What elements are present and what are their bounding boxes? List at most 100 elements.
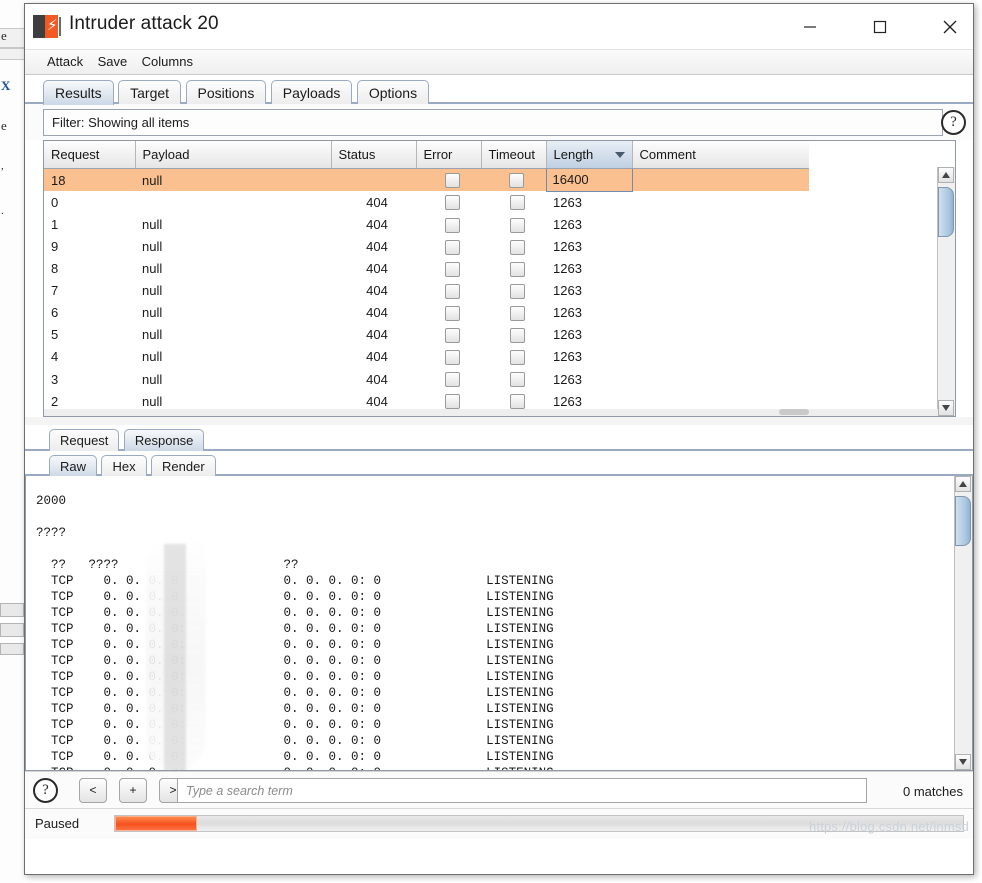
search-add-button[interactable]: + [119,778,147,803]
response-body-panel[interactable]: 2000 ???? ?? ???? ?? TCP 0. 0. 0. 0 0. 0… [25,476,973,771]
error-checkbox[interactable] [444,327,460,343]
table-row[interactable]: 1 null 404 1263 [44,214,809,236]
table-row[interactable]: 7 null 404 1263 [44,280,809,302]
response-vertical-scrollbar[interactable] [954,476,972,770]
search-help-icon[interactable]: ? [33,778,58,803]
maximize-button[interactable] [857,4,903,49]
cell-request: 8 [51,261,59,277]
minimize-button[interactable] [787,4,833,49]
attack-progress-fill [115,816,197,831]
scrollbar-thumb[interactable] [955,496,971,546]
error-checkbox[interactable] [444,372,460,388]
scroll-down-button[interactable] [938,400,954,416]
menu-item-columns[interactable]: Columns [137,50,198,69]
timeout-checkbox[interactable] [509,217,525,233]
cell-comment[interactable] [632,214,809,236]
cell-comment[interactable] [632,324,809,346]
cell-error [416,258,481,280]
column-header-timeout[interactable]: Timeout [481,141,547,169]
results-horizontal-scrollbar[interactable] [44,409,938,416]
scroll-down-button[interactable] [955,754,971,770]
results-vertical-scrollbar[interactable] [937,167,955,416]
timeout-checkbox[interactable] [509,239,525,255]
cell-comment[interactable] [632,346,809,368]
scrollbar-thumb[interactable] [779,409,809,415]
panel-splitter[interactable] [25,417,973,425]
cell-length: 1263 [553,371,582,387]
cell-status: 404 [366,305,388,321]
menu-item-attack[interactable]: Attack [42,50,88,69]
column-header-payload[interactable]: Payload [135,141,332,169]
cell-status: 404 [366,327,388,343]
timeout-checkbox[interactable] [509,327,525,343]
filter-help-icon[interactable]: ? [941,110,966,135]
menu-item-save[interactable]: Save [93,50,133,69]
table-row[interactable]: 18 null 16400 [44,168,809,192]
cell-comment[interactable] [632,168,809,192]
column-header-comment[interactable]: Comment [632,141,809,169]
table-row[interactable]: 6 null 404 1263 [44,302,809,324]
tab-render[interactable]: Render [151,455,216,477]
tab-hex[interactable]: Hex [101,455,147,477]
tab-positions[interactable]: Positions [185,80,267,105]
tab-request[interactable]: Request [49,429,120,451]
cell-comment[interactable] [632,280,809,302]
sort-descending-icon [614,152,625,158]
error-checkbox[interactable] [444,350,460,365]
cell-timeout [481,258,546,280]
cell-payload: null [142,349,163,365]
attack-progress-bar [114,815,964,832]
error-checkbox[interactable] [444,239,460,255]
timeout-checkbox[interactable] [509,372,525,388]
table-row[interactable]: 3 null 404 1263 [44,368,809,390]
timeout-checkbox[interactable] [509,350,525,365]
background-window: e X e , . [0,0,24,883]
tab-response[interactable]: Response [123,429,205,451]
cell-error [416,324,481,346]
tab-results[interactable]: Results [43,80,114,105]
error-checkbox[interactable] [444,394,460,410]
timeout-checkbox[interactable] [509,283,525,299]
scroll-up-button[interactable] [938,167,954,183]
error-checkbox[interactable] [444,261,460,277]
close-button[interactable] [927,4,973,49]
search-prev-button[interactable]: < [79,778,107,803]
table-row[interactable]: 0 404 1263 [44,191,809,214]
search-input[interactable]: Type a search term [177,778,867,803]
error-checkbox[interactable] [444,283,460,299]
cell-comment[interactable] [632,302,809,324]
table-row[interactable]: 9 null 404 1263 [44,236,809,258]
timeout-checkbox[interactable] [509,195,525,211]
filter-field[interactable]: Filter: Showing all items [43,109,943,136]
error-checkbox[interactable] [444,217,460,233]
scroll-up-button[interactable] [955,476,971,492]
timeout-checkbox[interactable] [509,261,525,277]
cell-comment[interactable] [632,236,809,258]
tab-target[interactable]: Target [118,80,182,105]
cell-comment[interactable] [632,258,809,280]
error-checkbox[interactable] [444,195,460,211]
cell-payload: null [142,239,163,255]
table-row[interactable]: 5 null 404 1263 [44,324,809,346]
column-header-request[interactable]: Request [44,141,136,169]
tab-options[interactable]: Options [356,80,430,105]
cell-timeout [481,302,546,324]
column-header-length[interactable]: Length [546,141,633,169]
column-header-status[interactable]: Status [331,141,417,169]
timeout-checkbox[interactable] [509,394,525,410]
table-row[interactable]: 8 null 404 1263 [44,258,809,280]
cell-length: 1263 [553,217,582,233]
tab-payloads[interactable]: Payloads [270,80,353,105]
column-header-error[interactable]: Error [416,141,482,169]
cell-comment[interactable] [632,368,809,390]
results-table: Request Payload Status Error Timeout Len… [44,141,809,416]
timeout-checkbox[interactable] [509,173,525,189]
table-row[interactable]: 4 null 404 1263 [44,346,809,368]
tab-raw[interactable]: Raw [49,455,98,477]
error-checkbox[interactable] [444,305,460,321]
cell-comment[interactable] [632,191,809,214]
cell-error [416,346,481,368]
error-checkbox[interactable] [444,173,460,189]
timeout-checkbox[interactable] [509,305,525,321]
scrollbar-thumb[interactable] [938,187,954,237]
